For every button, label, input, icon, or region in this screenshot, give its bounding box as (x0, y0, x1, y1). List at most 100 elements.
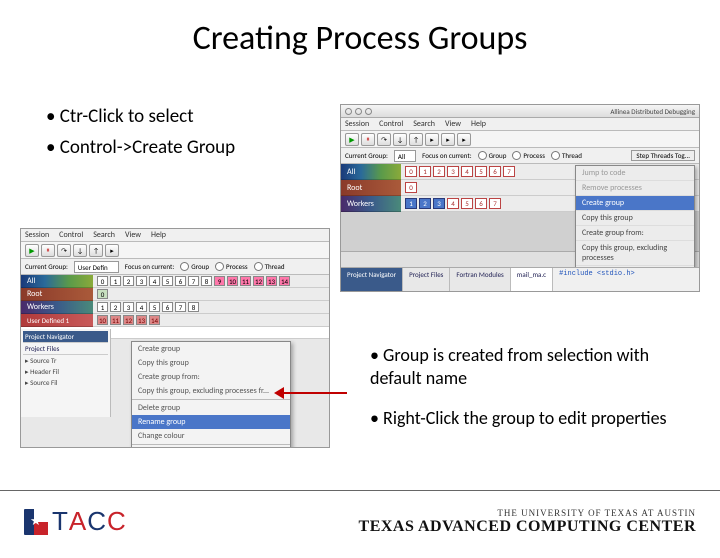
process-chip[interactable]: 10 (97, 315, 108, 325)
menu-jump-to-code[interactable]: Jump to code (576, 166, 694, 181)
group-all[interactable]: All (21, 275, 93, 288)
process-chip[interactable]: 7 (188, 276, 199, 286)
zoom-icon[interactable] (365, 108, 372, 115)
process-chip[interactable]: 5 (475, 166, 487, 177)
tree-item[interactable]: ▸ Header Fil (23, 366, 108, 377)
process-chip[interactable]: 4 (461, 166, 473, 177)
tab-fortran-modules[interactable]: Fortran Modules (450, 268, 510, 291)
step-icon[interactable]: ▸ (105, 244, 119, 257)
menu-copy-excluding[interactable]: Copy this group, excluding processes fr.… (132, 384, 290, 398)
process-chip[interactable]: 1 (110, 276, 121, 286)
menu-copy-group[interactable]: Copy this group (132, 356, 290, 370)
tree-item[interactable]: ▸ Source Tr (23, 355, 108, 366)
process-chip[interactable]: 8 (188, 302, 199, 312)
tab-project-navigator[interactable]: Project Navigator (341, 268, 403, 291)
process-chip[interactable]: 0 (405, 182, 417, 193)
step-icon[interactable]: ▸ (441, 133, 455, 146)
process-chip[interactable]: 6 (162, 302, 173, 312)
menu-create-group[interactable]: Create group (576, 196, 694, 211)
process-chip[interactable]: 12 (253, 276, 264, 286)
radio-process[interactable]: Process (512, 151, 545, 160)
process-chip[interactable]: 7 (503, 166, 515, 177)
menu-create-group-from[interactable]: Create group from: (132, 370, 290, 384)
menu-copy-excluding[interactable]: Copy this group, excluding processes (576, 241, 694, 266)
menu-create-group[interactable]: Create group (132, 342, 290, 356)
process-chip[interactable]: 2 (123, 276, 134, 286)
radio-group[interactable]: Group (478, 151, 507, 160)
pause-icon[interactable]: ⏸ (361, 133, 375, 146)
process-chip[interactable]: 2 (419, 198, 431, 209)
menu-rename-group[interactable]: Rename group (132, 415, 290, 429)
process-chip[interactable]: 13 (136, 315, 147, 325)
process-chip[interactable]: 10 (227, 276, 238, 286)
process-chip[interactable]: 2 (110, 302, 121, 312)
menu-change-colour[interactable]: Change colour (132, 429, 290, 443)
step-icon[interactable]: ▸ (457, 133, 471, 146)
process-chip[interactable]: 1 (405, 198, 417, 209)
menu-control[interactable]: Control (379, 119, 403, 129)
step-over-icon[interactable]: ↷ (377, 133, 391, 146)
radio-process[interactable]: Process (215, 262, 248, 271)
step-into-icon[interactable]: ↓ (393, 133, 407, 146)
menu-search[interactable]: Search (413, 119, 435, 129)
process-chip[interactable]: 6 (175, 276, 186, 286)
close-icon[interactable] (345, 108, 352, 115)
process-chip[interactable]: 11 (240, 276, 251, 286)
process-chip[interactable]: 4 (136, 302, 147, 312)
process-chip[interactable]: 7 (175, 302, 186, 312)
step-icon[interactable]: ↑ (89, 244, 103, 257)
process-chip[interactable]: 2 (433, 166, 445, 177)
menu-view[interactable]: View (445, 119, 461, 129)
process-chip[interactable]: 0 (97, 289, 108, 299)
process-chip[interactable]: 5 (162, 276, 173, 286)
tab-project-files[interactable]: Project Files (23, 343, 108, 355)
process-chip[interactable]: 3 (433, 198, 445, 209)
process-chip[interactable]: 6 (489, 166, 501, 177)
process-chip[interactable]: 8 (201, 276, 212, 286)
menu-session[interactable]: Session (345, 119, 369, 129)
process-chip[interactable]: 14 (149, 315, 160, 325)
group-all[interactable]: All (341, 164, 401, 180)
process-chip[interactable]: 1 (97, 302, 108, 312)
tree-item[interactable]: ▸ Source Fil (23, 377, 108, 388)
group-root[interactable]: Root (341, 180, 401, 196)
step-icon[interactable]: ▸ (425, 133, 439, 146)
step-icon[interactable]: ↷ (57, 244, 71, 257)
menu-search[interactable]: Search (93, 230, 115, 240)
group-root[interactable]: Root (21, 288, 93, 301)
process-chip[interactable]: 3 (136, 276, 147, 286)
current-group-combo[interactable]: User Defin (74, 261, 119, 273)
process-chip[interactable]: 0 (97, 276, 108, 286)
menu-help[interactable]: Help (471, 119, 486, 129)
menu-help[interactable]: Help (151, 230, 166, 240)
process-chip[interactable]: 4 (447, 198, 459, 209)
tab-project-navigator[interactable]: Project Navigator (23, 331, 108, 343)
group-user-defined[interactable]: User Defined 1 (21, 314, 93, 327)
process-chip[interactable]: 14 (279, 276, 290, 286)
process-chip[interactable]: 4 (149, 276, 160, 286)
menu-delete-group[interactable]: Delete group (132, 401, 290, 415)
play-icon[interactable]: ▶ (25, 244, 39, 257)
pause-icon[interactable]: ⏸ (41, 244, 55, 257)
process-chip[interactable]: 5 (461, 198, 473, 209)
menu-control[interactable]: Control (59, 230, 83, 240)
tab-project-files[interactable]: Project Files (403, 268, 450, 291)
current-group-combo[interactable]: All (394, 150, 416, 162)
radio-thread[interactable]: Thread (254, 262, 285, 271)
play-icon[interactable]: ▶ (345, 133, 359, 146)
minimize-icon[interactable] (355, 108, 362, 115)
radio-group[interactable]: Group (180, 262, 209, 271)
menu-session[interactable]: Session (25, 230, 49, 240)
menu-sort-groups[interactable]: Sort groups... (132, 446, 290, 448)
step-icon[interactable]: ↓ (73, 244, 87, 257)
menu-view[interactable]: View (125, 230, 141, 240)
process-chip[interactable]: 9 (214, 276, 225, 286)
step-threads-button[interactable]: Step Threads Tog... (631, 150, 695, 161)
group-workers[interactable]: Workers (21, 301, 93, 314)
step-out-icon[interactable]: ↑ (409, 133, 423, 146)
process-chip[interactable]: 0 (405, 166, 417, 177)
menu-copy-group[interactable]: Copy this group (576, 211, 694, 226)
process-chip[interactable]: 3 (123, 302, 134, 312)
process-chip[interactable]: 7 (489, 198, 501, 209)
process-chip[interactable]: 6 (475, 198, 487, 209)
